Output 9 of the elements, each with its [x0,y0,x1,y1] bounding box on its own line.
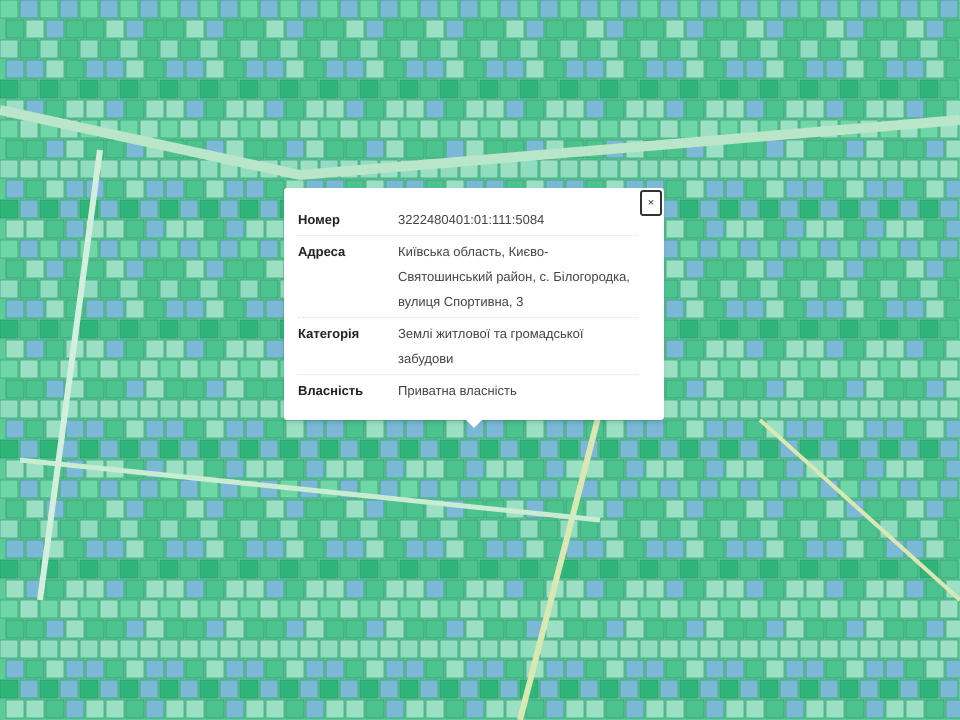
field-value: 3222480401:01:111:5084 [398,211,544,229]
field-label: Адреса [298,243,346,261]
field-value: Землі житлової та громадської забудови [398,325,584,368]
field-value: Київська область, Києво-Святошинський район, с. Білогородка, вулиця Спортивна, 3 [398,243,631,311]
field-value: Приватна власність [398,382,517,400]
field-label: Власність [298,382,364,400]
field-label: Номер [298,211,341,229]
close-button[interactable]: × [640,190,662,216]
field-label: Категорія [298,325,360,343]
